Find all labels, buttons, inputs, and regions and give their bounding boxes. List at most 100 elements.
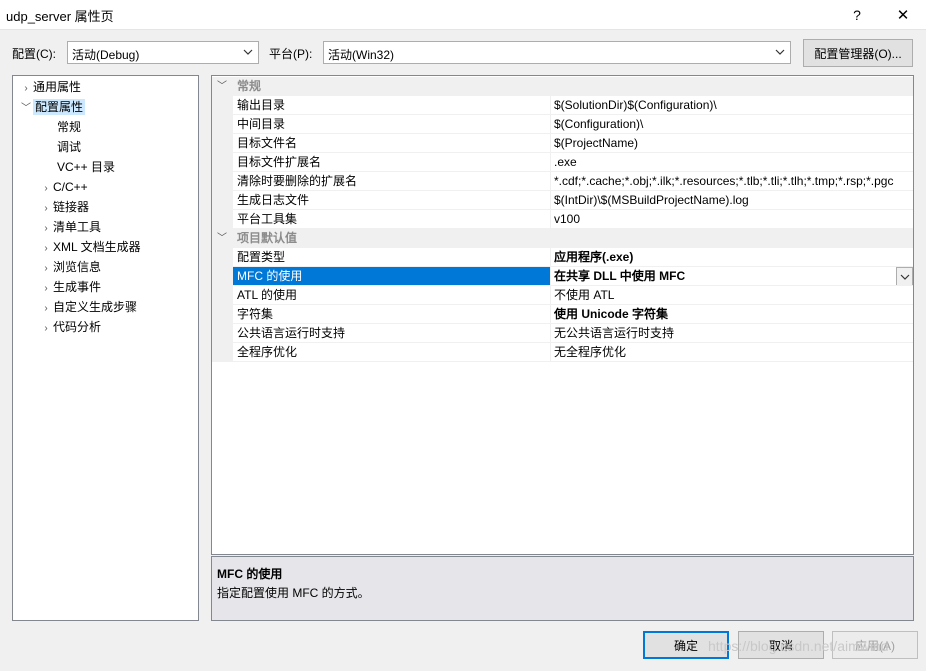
property-value[interactable]: 在共享 DLL 中使用 MFC [551, 267, 913, 286]
tree-item-label: 代码分析 [53, 320, 102, 334]
property-name: 清除时要删除的扩展名 [233, 172, 551, 191]
close-button[interactable]: ✕ [880, 0, 926, 30]
tree-item[interactable]: › 生成事件 [39, 277, 101, 297]
property-value[interactable]: $(Configuration)\ [551, 115, 913, 134]
property-name: 目标文件名 [233, 134, 551, 153]
property-value-text: $(IntDir)\$(MSBuildProjectName).log [554, 193, 749, 207]
config-label: 配置(C): [12, 47, 56, 61]
row-gutter [212, 96, 233, 115]
category-defaults[interactable]: ﹀ 项目默认值 [212, 229, 913, 248]
property-value[interactable]: .exe [551, 153, 913, 172]
tree-item-label: 常规 [57, 120, 82, 134]
tree-item-label: XML 文档生成器 [53, 240, 141, 254]
property-value[interactable]: $(IntDir)\$(MSBuildProjectName).log [551, 191, 913, 210]
row-gutter [212, 305, 233, 324]
tree-item[interactable]: › 通用属性 [19, 77, 81, 97]
tree-item-label: VC++ 目录 [57, 160, 116, 174]
window-title: udp_server 属性页 [6, 9, 114, 24]
tree-item[interactable]: › 浏览信息 [39, 257, 101, 277]
tree-item[interactable]: › 代码分析 [39, 317, 101, 337]
tree-item[interactable]: VC++ 目录 [57, 157, 115, 177]
row-gutter [212, 286, 233, 305]
tree-item[interactable]: 常规 [57, 117, 81, 137]
property-value[interactable]: 使用 Unicode 字符集 [551, 305, 913, 324]
category-fill [551, 229, 913, 248]
chevron-down-icon [900, 274, 909, 280]
property-value-text: $(SolutionDir)$(Configuration)\ [554, 98, 717, 112]
property-name: 配置类型 [233, 248, 551, 267]
property-value-text: v100 [554, 212, 581, 226]
property-value[interactable]: $(ProjectName) [551, 134, 913, 153]
tree-item[interactable]: › 清单工具 [39, 217, 101, 237]
property-row[interactable]: MFC 的使用 在共享 DLL 中使用 MFC [212, 267, 913, 286]
category-general[interactable]: ﹀ 常规 [212, 77, 913, 96]
chevron-right-icon[interactable]: › [39, 219, 53, 239]
property-value[interactable]: 应用程序(.exe) [551, 248, 913, 267]
property-row[interactable]: 目标文件名 $(ProjectName) [212, 134, 913, 153]
chevron-down-icon: ﹀ [217, 233, 227, 244]
tree-item-label: 自定义生成步骤 [53, 300, 138, 314]
chevron-right-icon[interactable]: › [39, 259, 53, 279]
tree-item-label: C/C++ [53, 180, 88, 194]
property-row[interactable]: 输出目录 $(SolutionDir)$(Configuration)\ [212, 96, 913, 115]
property-value[interactable]: v100 [551, 210, 913, 229]
property-row[interactable]: 中间目录 $(Configuration)\ [212, 115, 913, 134]
property-value-text: $(Configuration)\ [554, 117, 644, 131]
tree-item[interactable]: › XML 文档生成器 [39, 237, 141, 259]
chevron-down-icon [243, 49, 253, 55]
tree-item-label: 调试 [57, 140, 82, 154]
watermark: https://blog.csdn.net/aimwind [708, 638, 889, 654]
chevron-right-icon[interactable]: › [39, 199, 53, 219]
value-dropdown-button[interactable] [896, 267, 913, 285]
platform-combo[interactable]: 活动(Win32) [323, 41, 791, 64]
property-row[interactable]: 全程序优化 无全程序优化 [212, 343, 913, 362]
property-row[interactable]: 配置类型 应用程序(.exe) [212, 248, 913, 267]
chevron-right-icon[interactable]: › [39, 179, 53, 199]
property-value-text: 不使用 ATL [554, 288, 615, 302]
description-title: MFC 的使用 [217, 567, 283, 581]
chevron-right-icon[interactable]: › [39, 239, 53, 259]
property-tree[interactable]: › 通用属性 ﹀ 配置属性 常规 调试 VC++ 目录 › C/C++ › 链接器 › 清单工具 › XML… [12, 75, 199, 621]
tree-item[interactable]: › 自定义生成步骤 [39, 297, 137, 317]
property-name: 字符集 [233, 305, 551, 324]
category-label: 常规 [233, 77, 551, 96]
row-gutter [212, 172, 233, 191]
property-value[interactable]: *.cdf;*.cache;*.obj;*.ilk;*.resources;*.… [551, 172, 913, 191]
property-name: 全程序优化 [233, 343, 551, 362]
chevron-right-icon[interactable]: › [19, 79, 33, 99]
property-row[interactable]: ATL 的使用 不使用 ATL [212, 286, 913, 305]
tree-item[interactable]: › C/C++ [39, 177, 88, 199]
property-value[interactable]: 无公共语言运行时支持 [551, 324, 913, 343]
tree-item[interactable]: › 链接器 [39, 197, 89, 217]
chevron-down-icon [775, 49, 785, 55]
property-value[interactable]: 无全程序优化 [551, 343, 913, 362]
property-row[interactable]: 平台工具集 v100 [212, 210, 913, 229]
property-row[interactable]: 字符集 使用 Unicode 字符集 [212, 305, 913, 324]
chevron-right-icon[interactable]: › [39, 279, 53, 299]
property-row[interactable]: 目标文件扩展名 .exe [212, 153, 913, 172]
tree-item-label: 浏览信息 [53, 260, 102, 274]
chevron-down-icon: ﹀ [217, 81, 227, 92]
category-fill [551, 77, 913, 96]
property-value[interactable]: 不使用 ATL [551, 286, 913, 305]
category-label: 项目默认值 [233, 229, 551, 248]
chevron-right-icon[interactable]: › [39, 319, 53, 339]
description-text: 指定配置使用 MFC 的方式。 [217, 586, 370, 600]
tree-item[interactable]: ﹀ 配置属性 [19, 97, 86, 119]
property-value-text: 在共享 DLL 中使用 MFC [554, 269, 686, 283]
property-name: 平台工具集 [233, 210, 551, 229]
property-row[interactable]: 公共语言运行时支持 无公共语言运行时支持 [212, 324, 913, 343]
chevron-down-icon[interactable]: ﹀ [19, 99, 33, 119]
property-row[interactable]: 生成日志文件 $(IntDir)\$(MSBuildProjectName).lo… [212, 191, 913, 210]
config-combo[interactable]: 活动(Debug) [67, 41, 259, 64]
property-value-text: 无公共语言运行时支持 [554, 326, 675, 340]
property-value[interactable]: $(SolutionDir)$(Configuration)\ [551, 96, 913, 115]
row-gutter [212, 267, 233, 286]
config-manager-button[interactable]: 配置管理器(O)... [803, 39, 913, 67]
chevron-right-icon[interactable]: › [39, 299, 53, 319]
property-row[interactable]: 清除时要删除的扩展名 *.cdf;*.cache;*.obj;*.ilk;*.re… [212, 172, 913, 191]
tree-item[interactable]: 调试 [57, 137, 81, 157]
property-grid[interactable]: ﹀ 常规 输出目录 $(SolutionDir)$(Configuration)\… [211, 75, 914, 555]
help-button[interactable]: ? [834, 0, 880, 30]
property-value-text: .exe [554, 155, 577, 169]
